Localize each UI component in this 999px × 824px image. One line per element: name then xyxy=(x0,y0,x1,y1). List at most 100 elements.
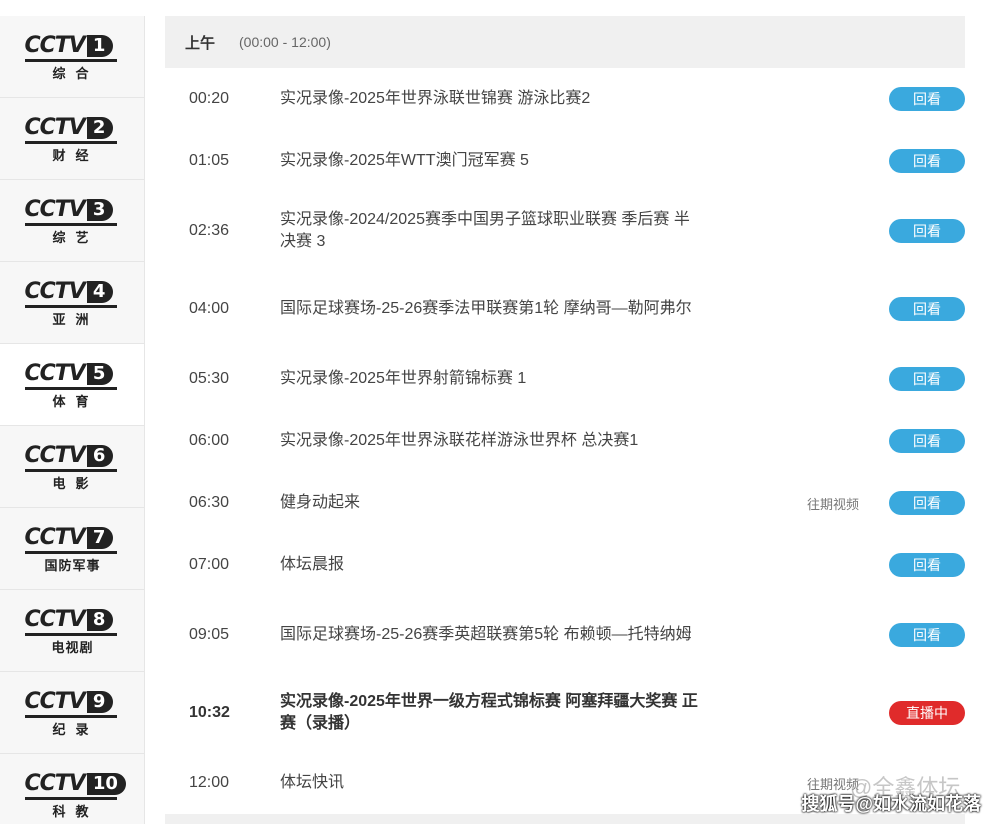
schedule-row-live: 10:32 实况录像-2025年世界一级方程式锦标赛 阿塞拜疆大奖赛 正赛（录播… xyxy=(165,674,965,752)
channel-number: 8 xyxy=(86,608,114,631)
channel-cctv9[interactable]: CCTV 9 纪录 xyxy=(0,672,145,754)
program-time: 07:00 xyxy=(189,556,230,573)
channel-cctv8[interactable]: CCTV 8 电视剧 xyxy=(0,590,145,672)
channel-number: 2 xyxy=(86,116,114,139)
logo-underline xyxy=(24,386,117,390)
sidebar-divider xyxy=(144,16,145,824)
logo-underline xyxy=(24,632,117,636)
program-title[interactable]: 国际足球赛场-25-26赛季法甲联赛第1轮 摩纳哥—勒阿弗尔 xyxy=(280,298,700,320)
cctv6-logo: CCTV 6 电影 xyxy=(24,442,121,491)
replay-button[interactable]: 回看 xyxy=(889,623,965,647)
program-time: 04:00 xyxy=(189,300,230,317)
channel-name: 综艺 xyxy=(52,229,99,245)
replay-button[interactable]: 回看 xyxy=(889,491,965,515)
logo-text: CCTV xyxy=(24,524,86,550)
replay-button[interactable]: 回看 xyxy=(889,429,965,453)
cctv4-logo: CCTV 4 亚洲 xyxy=(24,278,121,327)
channel-name: 科教 xyxy=(52,803,99,819)
channel-name: 体育 xyxy=(52,393,99,409)
channel-cctv6[interactable]: CCTV 6 电影 xyxy=(0,426,145,508)
logo-text: CCTV xyxy=(24,32,86,58)
schedule-row: 05:30 实况录像-2025年世界射箭锦标赛 1 回看 xyxy=(165,348,965,410)
schedule-row: 00:20 实况录像-2025年世界泳联世锦赛 游泳比赛2 回看 xyxy=(165,68,965,130)
period-range: (00:00 - 12:00) xyxy=(239,34,331,50)
period-header: 上午 (00:00 - 12:00) xyxy=(165,16,965,68)
channel-number: 9 xyxy=(86,690,114,713)
channel-number: 4 xyxy=(86,280,114,303)
live-button[interactable]: 直播中 xyxy=(889,701,965,725)
cctv1-logo: CCTV 1 综合 xyxy=(24,32,121,81)
replay-button[interactable]: 回看 xyxy=(889,297,965,321)
channel-number: 10 xyxy=(86,772,126,795)
logo-text: CCTV xyxy=(24,114,86,140)
schedule-row: 01:05 实况录像-2025年WTT澳门冠军赛 5 回看 xyxy=(165,130,965,192)
program-title[interactable]: 实况录像-2025年世界泳联花样游泳世界杯 总决赛1 xyxy=(280,430,700,452)
program-time: 00:20 xyxy=(189,90,230,107)
channel-name: 财经 xyxy=(52,147,99,163)
program-title[interactable]: 国际足球赛场-25-26赛季英超联赛第5轮 布赖顿—托特纳姆 xyxy=(280,624,700,646)
logo-underline xyxy=(24,304,117,308)
channel-number: 1 xyxy=(86,34,114,57)
logo-text: CCTV xyxy=(24,442,86,468)
channel-name: 国防军事 xyxy=(44,557,101,573)
program-time: 06:30 xyxy=(189,494,230,511)
channel-cctv1[interactable]: CCTV 1 综合 xyxy=(0,16,145,98)
schedule-panel: 上午 (00:00 - 12:00) 00:20 实况录像-2025年世界泳联世… xyxy=(165,16,965,814)
program-time: 05:30 xyxy=(189,370,230,387)
program-title[interactable]: 体坛快讯 xyxy=(280,772,700,794)
program-title[interactable]: 体坛晨报 xyxy=(280,554,700,576)
cctv10-logo: CCTV 10 科教 xyxy=(24,771,126,819)
logo-underline xyxy=(24,796,117,800)
period-label: 上午 xyxy=(185,34,216,52)
cctv2-logo: CCTV 2 财经 xyxy=(24,114,121,163)
schedule-row: 07:00 体坛晨报 回看 xyxy=(165,534,965,596)
program-time: 12:00 xyxy=(189,774,230,791)
schedule-row: 04:00 国际足球赛场-25-26赛季法甲联赛第1轮 摩纳哥—勒阿弗尔 回看 xyxy=(165,270,965,348)
program-title[interactable]: 实况录像-2025年WTT澳门冠军赛 5 xyxy=(280,150,700,172)
cctv7-logo: CCTV 7 国防军事 xyxy=(24,524,121,573)
channel-name: 电视剧 xyxy=(51,639,94,655)
channel-number: 3 xyxy=(86,198,114,221)
channel-cctv2[interactable]: CCTV 2 财经 xyxy=(0,98,145,180)
program-title[interactable]: 实况录像-2025年世界一级方程式锦标赛 阿塞拜疆大奖赛 正赛（录播） xyxy=(280,691,700,735)
logo-underline xyxy=(24,58,117,62)
channel-cctv7[interactable]: CCTV 7 国防军事 xyxy=(0,508,145,590)
replay-button[interactable]: 回看 xyxy=(889,87,965,111)
logo-text: CCTV xyxy=(24,688,86,714)
program-time: 10:32 xyxy=(189,704,230,721)
channel-number: 5 xyxy=(86,362,114,385)
program-title[interactable]: 实况录像-2025年世界射箭锦标赛 1 xyxy=(280,368,700,390)
watermark: 搜狐号@如水流如花落 xyxy=(801,794,981,814)
logo-text: CCTV xyxy=(24,278,86,304)
replay-button[interactable]: 回看 xyxy=(889,367,965,391)
epg-page: CCTV 1 综合 CCTV 2 财经 CCTV 3 综艺 CCTV 4 亚洲 CCTV 5 体育 … xyxy=(0,0,999,824)
replay-button[interactable]: 回看 xyxy=(889,219,965,243)
program-time: 02:36 xyxy=(189,222,230,239)
channel-name: 综合 xyxy=(52,65,99,81)
channel-number: 7 xyxy=(86,526,114,549)
logo-underline xyxy=(24,468,117,472)
channel-cctv3[interactable]: CCTV 3 综艺 xyxy=(0,180,145,262)
replay-button[interactable]: 回看 xyxy=(889,553,965,577)
logo-underline xyxy=(24,140,117,144)
channel-cctv4[interactable]: CCTV 4 亚洲 xyxy=(0,262,145,344)
channel-name: 纪录 xyxy=(52,721,99,737)
channel-cctv5[interactable]: CCTV 5 体育 xyxy=(0,344,145,426)
program-time: 09:05 xyxy=(189,626,230,643)
program-title[interactable]: 实况录像-2024/2025赛季中国男子篮球职业联赛 季后赛 半决赛 3 xyxy=(280,209,700,253)
channel-cctv10[interactable]: CCTV 10 科教 xyxy=(0,754,145,824)
schedule-row: 06:30 健身动起来 往期视频 回看 xyxy=(165,472,965,534)
program-title[interactable]: 实况录像-2025年世界泳联世锦赛 游泳比赛2 xyxy=(280,88,700,110)
channel-name: 电影 xyxy=(52,475,99,491)
logo-underline xyxy=(24,550,117,554)
schedule-row: 02:36 实况录像-2024/2025赛季中国男子篮球职业联赛 季后赛 半决赛… xyxy=(165,192,965,270)
schedule-row: 09:05 国际足球赛场-25-26赛季英超联赛第5轮 布赖顿—托特纳姆 回看 xyxy=(165,596,965,674)
program-time: 06:00 xyxy=(189,432,230,449)
program-title[interactable]: 健身动起来 xyxy=(280,492,700,514)
logo-underline xyxy=(24,714,117,718)
channel-name: 亚洲 xyxy=(52,311,99,327)
past-videos-link[interactable]: 往期视频 xyxy=(807,494,859,513)
replay-button[interactable]: 回看 xyxy=(889,149,965,173)
logo-text: CCTV xyxy=(24,196,86,222)
program-time: 01:05 xyxy=(189,152,230,169)
